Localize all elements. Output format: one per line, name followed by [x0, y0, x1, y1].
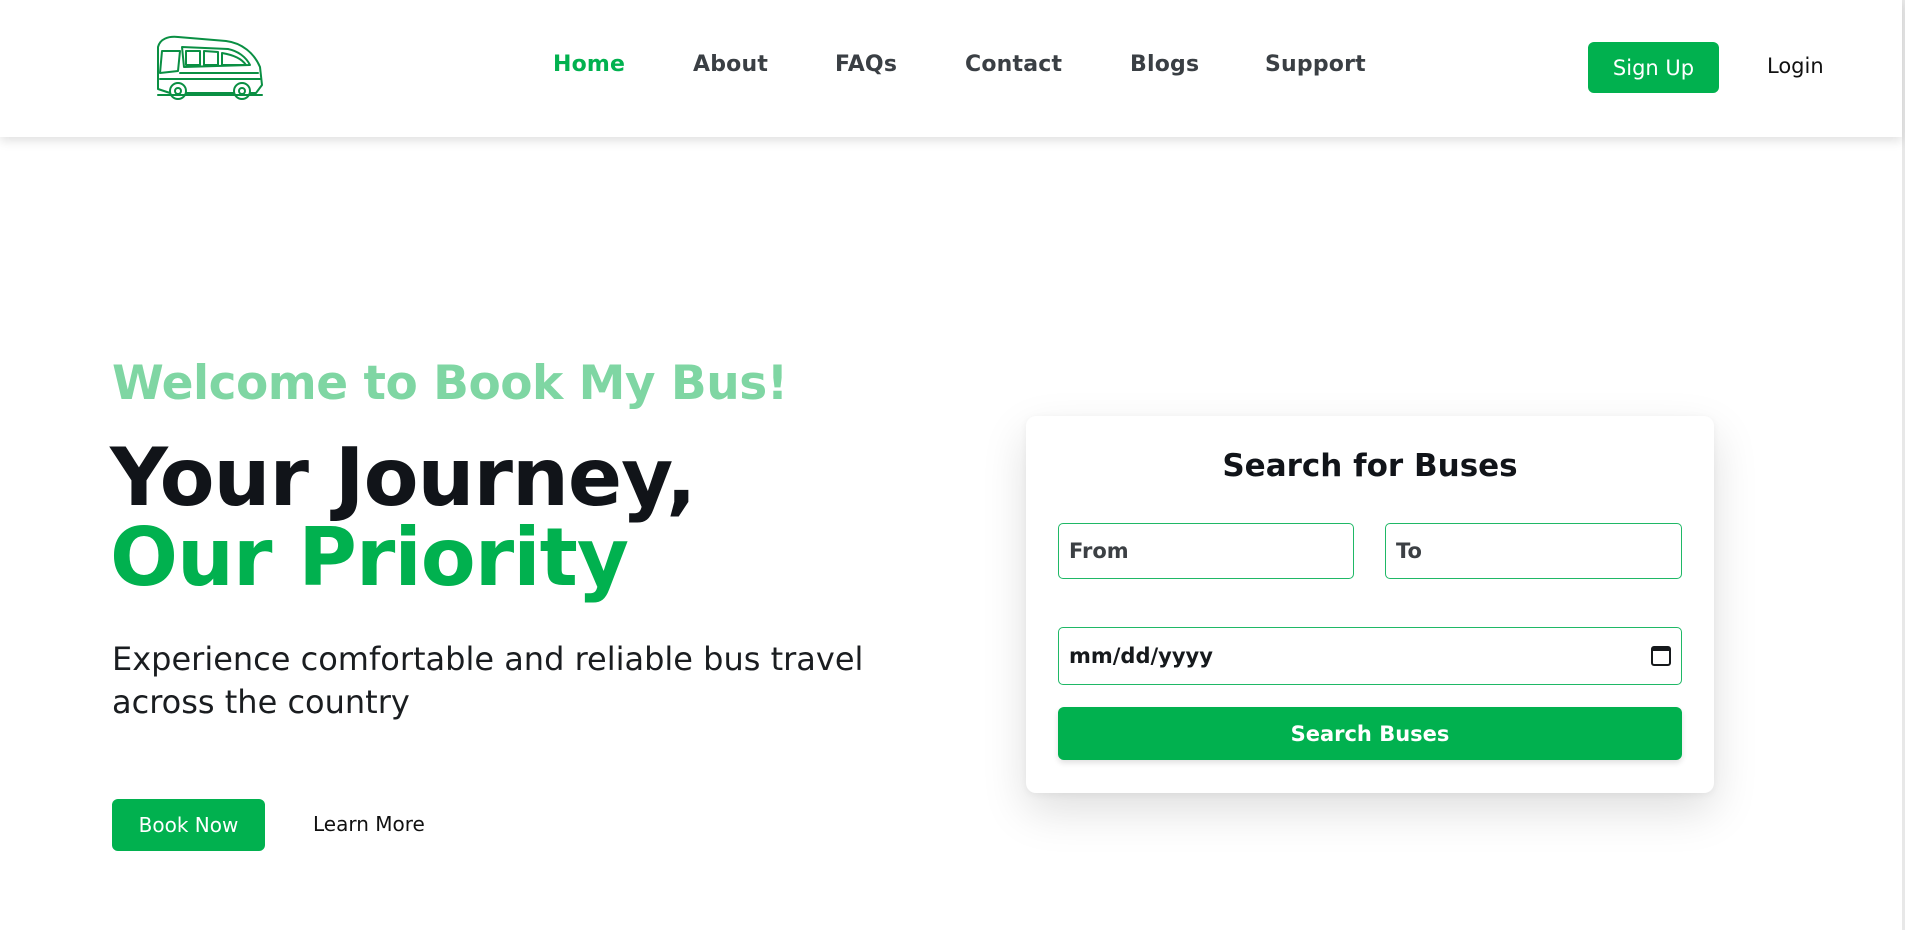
- nav-support[interactable]: Support: [1265, 52, 1366, 77]
- to-input[interactable]: [1385, 523, 1682, 579]
- login-link[interactable]: Login: [1767, 54, 1824, 78]
- date-input[interactable]: mm/dd/yyyy: [1058, 627, 1682, 685]
- from-input[interactable]: [1058, 523, 1354, 579]
- nav-contact[interactable]: Contact: [965, 52, 1062, 77]
- hero-headline: Your Journey, Our Priority: [110, 431, 696, 604]
- sign-up-button[interactable]: Sign Up: [1588, 42, 1719, 93]
- search-card-title: Search for Buses: [1222, 448, 1518, 484]
- site-header: Home About FAQs Contact Blogs Support Si…: [0, 0, 1902, 137]
- calendar-icon[interactable]: [1651, 646, 1671, 666]
- headline-line-2: Our Priority: [110, 511, 629, 604]
- search-buses-button[interactable]: Search Buses: [1058, 707, 1682, 760]
- nav-faqs[interactable]: FAQs: [835, 52, 897, 77]
- hero-subtext: Experience comfortable and reliable bus …: [112, 640, 864, 721]
- nav-blogs[interactable]: Blogs: [1130, 52, 1199, 77]
- headline-line-1: Your Journey,: [110, 431, 696, 524]
- nav-about[interactable]: About: [693, 52, 768, 77]
- nav-home[interactable]: Home: [553, 52, 625, 77]
- bus-search-card: Search for Buses mm/dd/yyyy Search Buses: [1026, 416, 1714, 793]
- book-now-button[interactable]: Book Now: [112, 799, 265, 851]
- bus-logo-icon[interactable]: [150, 33, 266, 101]
- welcome-heading: Welcome to Book My Bus!: [112, 356, 788, 411]
- learn-more-link[interactable]: Learn More: [313, 812, 425, 836]
- date-placeholder: mm/dd/yyyy: [1069, 644, 1213, 668]
